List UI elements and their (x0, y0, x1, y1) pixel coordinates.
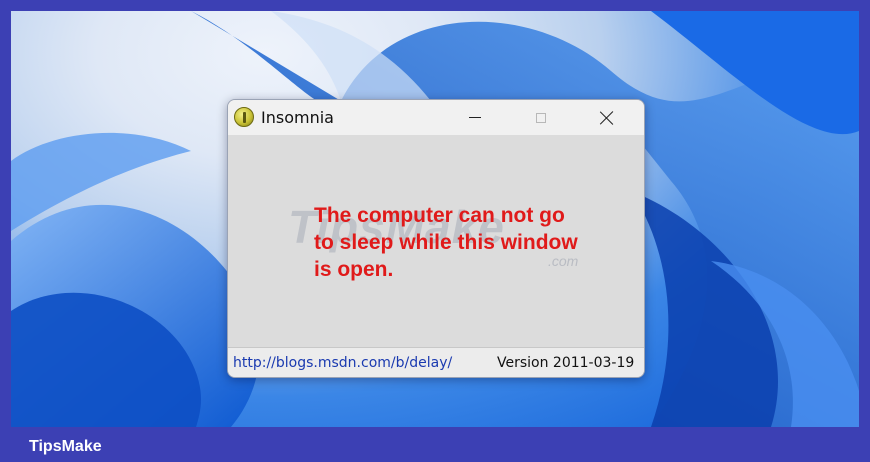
blog-link[interactable]: http://blogs.msdn.com/b/delay/ (233, 355, 452, 371)
insomnia-app-icon (234, 107, 254, 127)
maximize-icon (536, 112, 546, 123)
minimize-button[interactable] (452, 100, 498, 135)
minimize-icon (469, 117, 481, 118)
sleep-message: The computer can not go to sleep while t… (314, 204, 578, 281)
close-icon (600, 111, 614, 125)
status-bar: http://blogs.msdn.com/b/delay/ Version 2… (228, 347, 644, 377)
version-label: Version 2011-03-19 (497, 355, 635, 371)
close-button[interactable] (584, 100, 630, 135)
maximize-button[interactable] (518, 100, 564, 135)
window-content: TipsMake .com The computer can not go to… (228, 135, 644, 347)
insomnia-window[interactable]: Insomnia TipsMake .com The computer can … (227, 99, 645, 378)
window-title: Insomnia (261, 108, 334, 127)
footer-bar: TipsMake (11, 432, 859, 460)
title-bar[interactable]: Insomnia (228, 100, 644, 135)
footer-brand: TipsMake (29, 438, 102, 455)
